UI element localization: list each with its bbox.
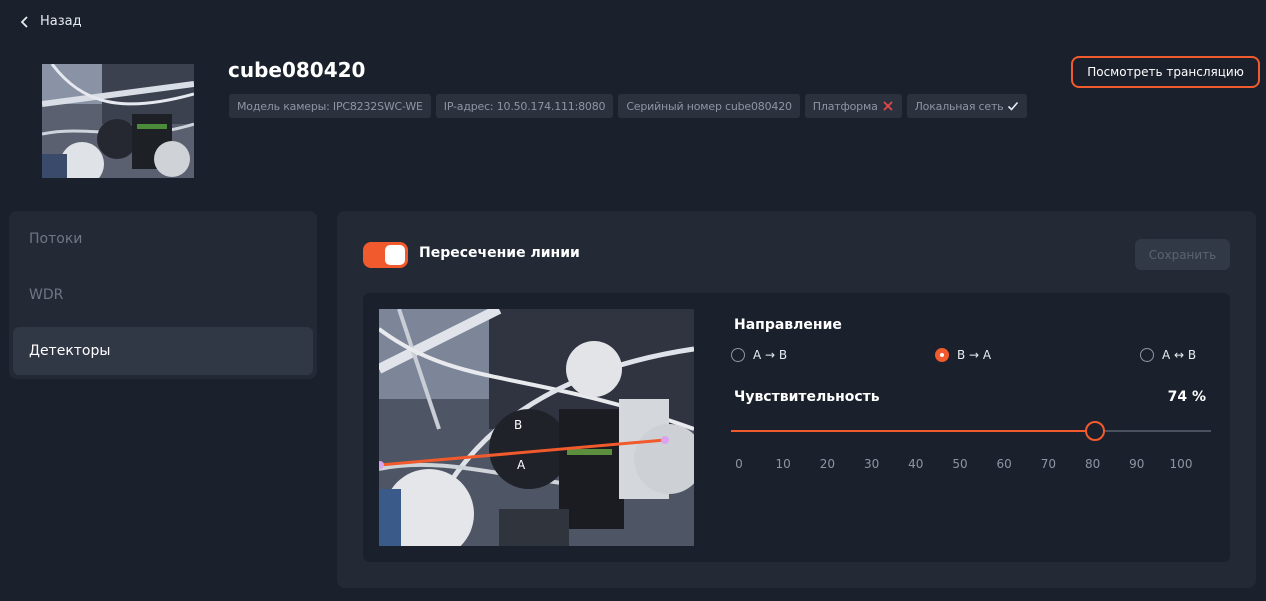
radio-circle: [1140, 348, 1154, 362]
sidebar-item-streams[interactable]: Потоки: [13, 215, 313, 263]
slider-tick-label: 30: [863, 457, 880, 471]
tag-local-network: Локальная сеть: [906, 94, 1028, 118]
sensitivity-ticks: 0 10 20 30 40 50 60 70 80 90 100: [731, 457, 1211, 473]
cross-icon: [882, 101, 893, 111]
direction-title: Направление: [734, 317, 842, 333]
check-icon: [1008, 101, 1019, 111]
radio-label: A → B: [753, 348, 788, 362]
slider-thumb[interactable]: [1085, 421, 1105, 441]
direction-radio-b-to-a[interactable]: B → A: [935, 348, 991, 362]
line-label-b: B: [514, 418, 522, 432]
slider-tick-label: 10: [775, 457, 791, 471]
sidebar-item-wdr[interactable]: WDR: [13, 271, 313, 319]
slider-tick-label: 90: [1129, 457, 1145, 471]
slider-tick-label: 60: [996, 457, 1012, 471]
tag-platform: Платформа: [804, 94, 902, 118]
save-button[interactable]: Сохранить: [1135, 239, 1230, 270]
sidebar-item-detectors[interactable]: Детекторы: [13, 327, 313, 375]
slider-fill: [731, 430, 1095, 432]
direction-radio-both[interactable]: A ↔ B: [1140, 348, 1196, 362]
tag-model: Модель камеры: IPC8232SWC-WE: [229, 94, 431, 118]
camera-thumbnail: [42, 64, 194, 178]
radio-circle: [731, 348, 745, 362]
slider-tick-label: 20: [819, 457, 836, 471]
camera-preview[interactable]: B A: [379, 309, 694, 546]
radio-label: A ↔ B: [1162, 348, 1197, 362]
line-crossing-label: Пересечение линии: [419, 245, 580, 261]
radio-label: B → A: [957, 348, 992, 362]
slider-tick-label: 0: [735, 457, 743, 471]
watch-stream-button[interactable]: Посмотреть трансляцию: [1071, 56, 1260, 88]
sensitivity-value: 74 %: [1167, 389, 1206, 405]
camera-tags: Модель камеры: IPC8232SWC-WE IP-адрес: 1…: [229, 94, 1028, 118]
tag-serial: Серийный номер cube080420: [618, 94, 800, 118]
slider-tick-label: 70: [1040, 457, 1057, 471]
sidebar-item-label: Потоки: [29, 231, 83, 247]
slider-tick-label: 50: [952, 457, 968, 471]
tag-ip: IP-адрес: 10.50.174.111:8080: [435, 94, 614, 118]
line-crossing-toggle[interactable]: [363, 242, 408, 268]
sensitivity-slider[interactable]: [731, 421, 1211, 441]
detector-panel: Пересечение линии Сохранить B A Направле…: [337, 211, 1256, 588]
radio-circle-selected: [935, 348, 949, 362]
direction-radio-a-to-b[interactable]: A → B: [731, 348, 787, 362]
sidebar-item-label: Детекторы: [29, 343, 111, 359]
settings-sidebar: Потоки WDR Детекторы: [9, 211, 317, 379]
camera-name: cube080420: [228, 58, 366, 82]
chevron-left-icon: [20, 15, 28, 28]
slider-tick-label: 100: [1169, 457, 1193, 471]
sidebar-item-label: WDR: [29, 287, 64, 303]
slider-tick-label: 40: [908, 457, 924, 471]
back-link[interactable]: Назад: [20, 14, 82, 29]
slider-tick-label: 80: [1084, 457, 1101, 471]
sensitivity-title: Чувствительность: [734, 389, 880, 405]
back-label: Назад: [40, 14, 82, 29]
toggle-knob: [385, 245, 405, 265]
detector-settings-box: B A Направление A → B B → A A ↔ B Чувств…: [363, 293, 1230, 562]
line-label-a: A: [517, 458, 526, 472]
